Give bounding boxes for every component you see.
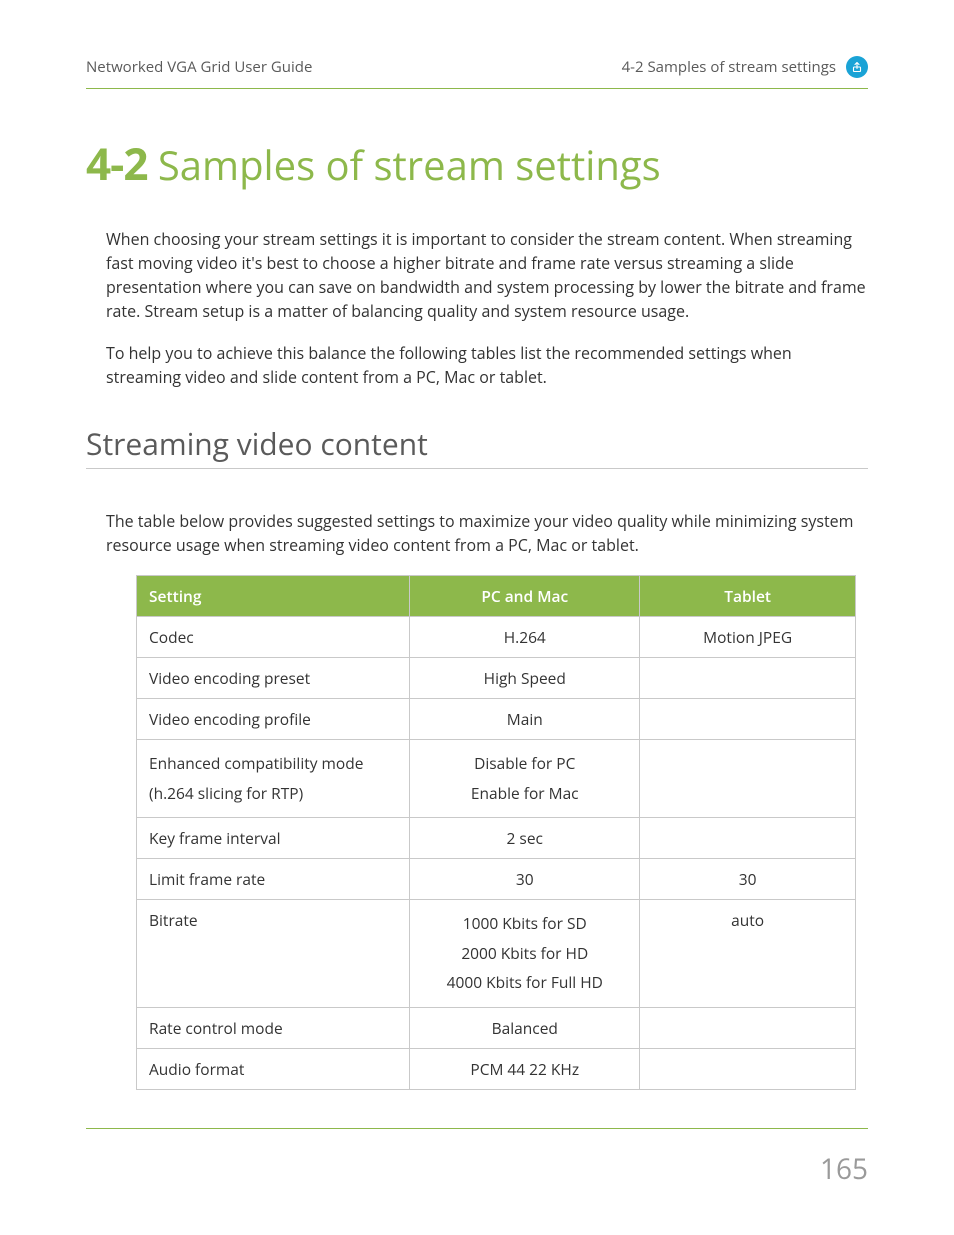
cell-tablet [640,1007,856,1048]
cell-pcmac: High Speed [410,658,640,699]
table-row: Video encoding profile Main [137,699,856,740]
page: Networked VGA Grid User Guide 4-2 Sample… [0,0,954,1235]
table-row: Key frame interval 2 sec [137,818,856,859]
intro-paragraph-1: When choosing your stream settings it is… [106,227,868,323]
cell-setting: Video encoding profile [137,699,410,740]
table-row: Bitrate 1000 Kbits for SD 2000 Kbits for… [137,900,856,1007]
cell-pcmac: PCM 44 22 KHz [410,1048,640,1089]
cell-line: (h.264 slicing for RTP) [149,779,397,808]
cell-tablet [640,699,856,740]
section-lead-block: The table below provides suggested setti… [86,509,868,557]
table-row: Enhanced compatibility mode (h.264 slici… [137,740,856,818]
col-header-pcmac: PC and Mac [410,576,640,617]
cell-setting: Codec [137,617,410,658]
table-row: Rate control mode Balanced [137,1007,856,1048]
cell-tablet: 30 [640,859,856,900]
cell-tablet [640,818,856,859]
cell-line: Disable for PC [422,749,627,778]
settings-table-wrap: Setting PC and Mac Tablet Codec H.264 Mo… [136,575,856,1089]
col-header-tablet: Tablet [640,576,856,617]
cell-pcmac: 2 sec [410,818,640,859]
cell-setting: Audio format [137,1048,410,1089]
table-row: Audio format PCM 44 22 KHz [137,1048,856,1089]
cell-line: Enable for Mac [422,779,627,808]
cell-setting: Bitrate [137,900,410,1007]
title-number: 4-2 [86,133,147,193]
share-icon[interactable] [846,56,868,78]
col-header-setting: Setting [137,576,410,617]
header-left: Networked VGA Grid User Guide [86,57,312,77]
cell-setting: Rate control mode [137,1007,410,1048]
page-number: 165 [820,1150,868,1188]
footer-rule [86,1128,868,1129]
cell-line: 4000 Kbits for Full HD [422,968,627,997]
cell-tablet: Motion JPEG [640,617,856,658]
cell-pcmac: Balanced [410,1007,640,1048]
section-lead: The table below provides suggested setti… [106,509,868,557]
cell-tablet [640,740,856,818]
settings-table: Setting PC and Mac Tablet Codec H.264 Mo… [136,575,856,1089]
cell-tablet: auto [640,900,856,1007]
cell-tablet [640,1048,856,1089]
cell-pcmac: H.264 [410,617,640,658]
cell-line: 2000 Kbits for HD [422,939,627,968]
title-text: Samples of stream settings [158,137,661,192]
table-row: Limit frame rate 30 30 [137,859,856,900]
intro-paragraph-2: To help you to achieve this balance the … [106,341,868,389]
header-rule [86,88,868,89]
section-heading: Streaming video content [86,423,868,469]
intro-block: When choosing your stream settings it is… [86,227,868,389]
cell-line: Enhanced compatibility mode [149,749,397,778]
cell-setting: Limit frame rate [137,859,410,900]
header-right-group: 4-2 Samples of stream settings [622,56,868,78]
page-header: Networked VGA Grid User Guide 4-2 Sample… [86,56,868,78]
page-title: 4-2 Samples of stream settings [86,139,868,187]
header-right: 4-2 Samples of stream settings [622,57,836,77]
cell-setting: Key frame interval [137,818,410,859]
table-row: Codec H.264 Motion JPEG [137,617,856,658]
table-row: Video encoding preset High Speed [137,658,856,699]
cell-setting: Enhanced compatibility mode (h.264 slici… [137,740,410,818]
table-header-row: Setting PC and Mac Tablet [137,576,856,617]
cell-pcmac: 1000 Kbits for SD 2000 Kbits for HD 4000… [410,900,640,1007]
cell-line: 1000 Kbits for SD [422,909,627,938]
cell-setting: Video encoding preset [137,658,410,699]
cell-pcmac: Main [410,699,640,740]
cell-pcmac: 30 [410,859,640,900]
cell-tablet [640,658,856,699]
cell-pcmac: Disable for PC Enable for Mac [410,740,640,818]
